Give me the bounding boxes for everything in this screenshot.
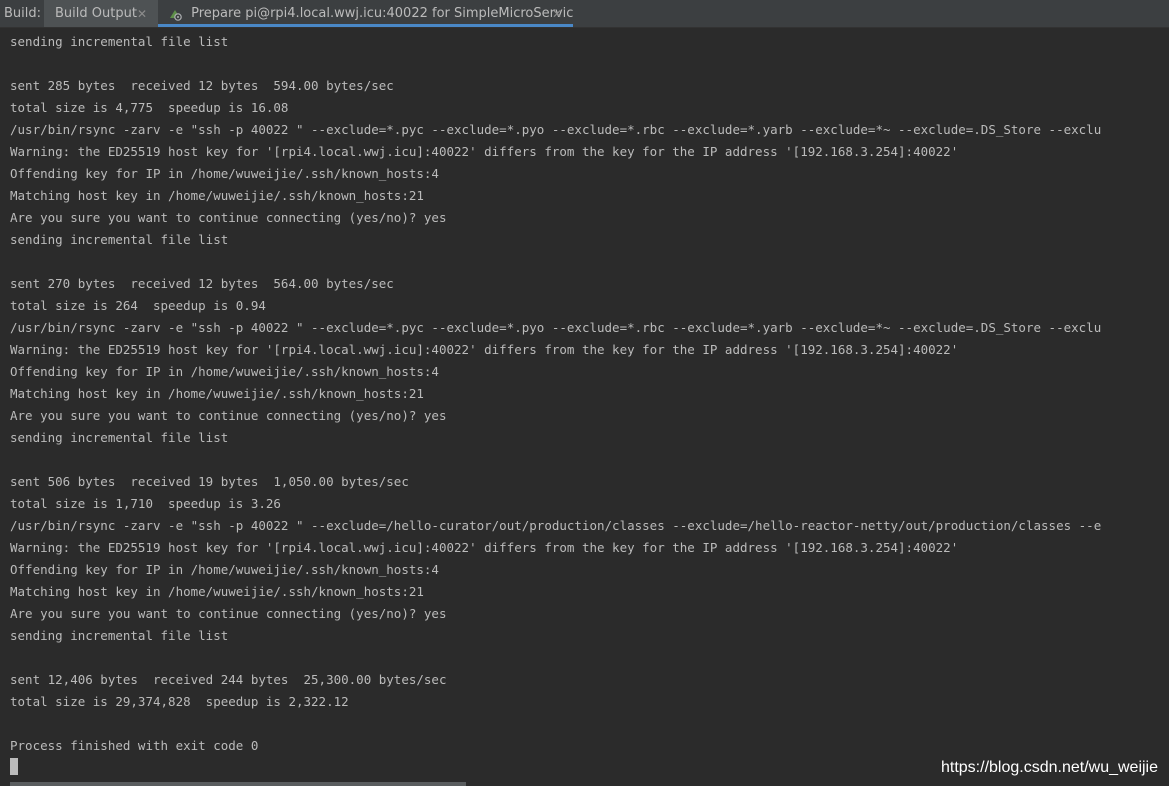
console-line: Matching host key in /home/wuweijie/.ssh… xyxy=(10,386,424,401)
console-line: Process finished with exit code 0 xyxy=(10,738,259,753)
watermark: https://blog.csdn.net/wu_weijie xyxy=(940,759,1158,776)
console-line: sent 506 bytes received 19 bytes 1,050.0… xyxy=(10,474,409,489)
console-line: sent 12,406 bytes received 244 bytes 25,… xyxy=(10,672,447,687)
console-line: sent 285 bytes received 12 bytes 594.00 … xyxy=(10,78,394,93)
console-line: Offending key for IP in /home/wuweijie/.… xyxy=(10,166,439,181)
console-line: Matching host key in /home/wuweijie/.ssh… xyxy=(10,584,424,599)
console-line: Warning: the ED25519 host key for '[rpi4… xyxy=(10,144,959,159)
console-line: Are you sure you want to continue connec… xyxy=(10,210,447,225)
run-config-icon xyxy=(168,7,182,24)
console-line: Are you sure you want to continue connec… xyxy=(10,606,447,621)
console-lines: sending incremental file list sent 285 by… xyxy=(10,31,1101,757)
tab-build-output[interactable]: Build Output ✕ xyxy=(44,0,158,27)
console-line: total size is 1,710 speedup is 3.26 xyxy=(10,496,281,511)
console-line: sending incremental file list xyxy=(10,628,229,643)
console-line: sending incremental file list xyxy=(10,232,229,247)
console-line: Matching host key in /home/wuweijie/.ssh… xyxy=(10,188,424,203)
console-output[interactable]: sending incremental file list sent 285 by… xyxy=(0,28,1169,782)
console-line: /usr/bin/rsync -zarv -e "ssh -p 40022 " … xyxy=(10,518,1102,533)
console-line: Offending key for IP in /home/wuweijie/.… xyxy=(10,562,439,577)
console-line: sending incremental file list xyxy=(10,430,229,445)
horizontal-scrollbar[interactable] xyxy=(0,782,1169,786)
horizontal-scrollbar-thumb[interactable] xyxy=(10,782,466,786)
console-line: Are you sure you want to continue connec… xyxy=(10,408,447,423)
console-line: /usr/bin/rsync -zarv -e "ssh -p 40022 " … xyxy=(10,320,1102,335)
tab-build-output-label: Build Output xyxy=(55,6,137,21)
build-label: Build: xyxy=(4,6,42,21)
console-line: sending incremental file list xyxy=(10,34,229,49)
close-icon[interactable]: ✕ xyxy=(552,6,562,22)
console-line: total size is 4,775 speedup is 16.08 xyxy=(10,100,289,115)
console-line: sent 270 bytes received 12 bytes 564.00 … xyxy=(10,276,394,291)
tab-prepare-deployment-label: Prepare pi@rpi4.local.wwj.icu:40022 for … xyxy=(191,6,573,21)
build-tab-bar: Build: Build Output ✕ Prepare pi@rpi4.lo… xyxy=(0,0,1169,28)
console-line: Warning: the ED25519 host key for '[rpi4… xyxy=(10,540,959,555)
close-icon[interactable]: ✕ xyxy=(137,6,147,22)
console-line: Warning: the ED25519 host key for '[rpi4… xyxy=(10,342,959,357)
tab-prepare-deployment[interactable]: Prepare pi@rpi4.local.wwj.icu:40022 for … xyxy=(158,0,573,27)
console-line: total size is 29,374,828 speedup is 2,32… xyxy=(10,694,349,709)
console-line: total size is 264 speedup is 0.94 xyxy=(10,298,266,313)
text-caret xyxy=(10,758,18,775)
console-line: /usr/bin/rsync -zarv -e "ssh -p 40022 " … xyxy=(10,122,1102,137)
build-tool-window: Build: Build Output ✕ Prepare pi@rpi4.lo… xyxy=(0,0,1169,786)
console-line: Offending key for IP in /home/wuweijie/.… xyxy=(10,364,439,379)
